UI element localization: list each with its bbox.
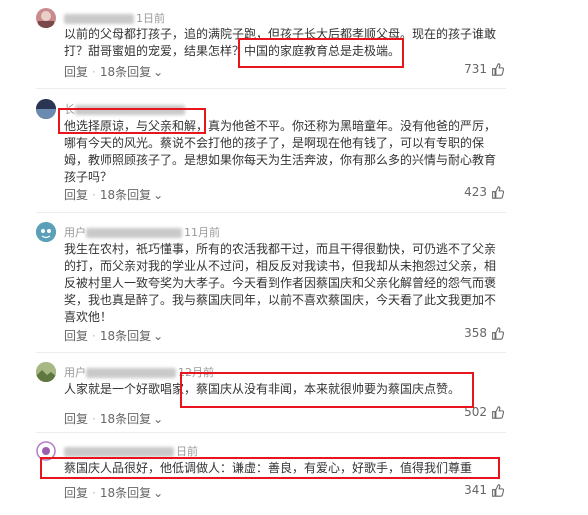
comment-line: 蔡国庆人品很好，他低调做人：谦虚：善良，有爱心，好歌手，值得我们尊重: [64, 461, 473, 475]
thumbs-up-icon: [492, 62, 504, 76]
thumbs-up-icon: [492, 185, 504, 199]
avatar[interactable]: [36, 362, 56, 382]
like-button[interactable]: 358: [464, 326, 504, 340]
comment-actions: 回复 · 18条回复 ⌄: [64, 65, 164, 79]
comment-line: 姆，教师照顾孩子了。是想如果你每天为生活奔波，你有那么多的兴情与耐心教育: [64, 153, 497, 167]
comment-actions: 回复 · 18条回复 ⌄: [64, 412, 164, 426]
divider: [36, 432, 506, 433]
avatar[interactable]: [36, 8, 56, 28]
divider: [36, 88, 506, 89]
thumbs-up-icon: [492, 483, 504, 497]
comment-line: 反被村里人一致夸奖为大孝子。今天看到作者因蔡国庆和父亲化解曾经的怨气而褒: [64, 276, 497, 290]
comment-line: 奖，我也真是醉了。我与蔡国庆同年，以前不喜欢蔡国庆，今天看了此文我更加不: [64, 293, 497, 307]
comment-actions: 回复 · 18条回复 ⌄: [64, 486, 164, 500]
like-count: 341: [464, 483, 487, 497]
reply-button[interactable]: 回复: [64, 188, 88, 202]
reply-button[interactable]: 回复: [64, 329, 88, 343]
view-replies-link[interactable]: 18条回复: [100, 412, 151, 426]
reply-button[interactable]: 回复: [64, 412, 88, 426]
reply-button[interactable]: 回复: [64, 486, 88, 500]
chevron-down-icon[interactable]: ⌄: [153, 65, 163, 79]
chevron-down-icon[interactable]: ⌄: [153, 329, 163, 343]
like-button[interactable]: 423: [464, 185, 504, 199]
comment-text: 人家就是一个好歌唱家，蔡国庆从没有非闻，本来就很帅要为蔡国庆点赞。: [64, 381, 504, 398]
comment-text: 我生在农村，祇巧懂事，所有的农活我都干过，而且干得很勤快，可仍逃不了父亲 的打，…: [64, 241, 504, 326]
thumbs-up-icon: [492, 326, 504, 340]
comment-text: 以前的父母都打孩子，追的满院子跑，但孩子长大后都孝顺父母。现在的孩子谁敢 打？甜…: [64, 26, 504, 60]
avatar[interactable]: [36, 99, 56, 119]
divider: [36, 352, 506, 353]
comment-line: 的打，而父亲对我的学业从不过问，相反反对我读书，但我却从未抱怨过父亲，相: [64, 259, 497, 273]
like-button[interactable]: 731: [464, 62, 504, 76]
view-replies-link[interactable]: 18条回复: [100, 486, 151, 500]
comment-line: 哪有今天的风光。蔡说不会打他的孩子了，是啊现在他有钱了，可以有专职的保: [64, 136, 485, 150]
like-count: 423: [464, 185, 487, 199]
reply-button[interactable]: 回复: [64, 65, 88, 79]
thumbs-up-icon: [492, 405, 504, 419]
like-button[interactable]: 502: [464, 405, 504, 419]
chevron-down-icon[interactable]: ⌄: [153, 486, 163, 500]
view-replies-link[interactable]: 18条回复: [100, 65, 151, 79]
username[interactable]: 用户 11月前: [64, 224, 220, 240]
chevron-down-icon[interactable]: ⌄: [153, 412, 163, 426]
like-count: 731: [464, 62, 487, 76]
comment-line: 人家就是一个好歌唱家，蔡国庆从没有非闻，本来就很帅要为蔡国庆点赞。: [64, 382, 461, 396]
comment-line: 以前的父母都打孩子，追的满院子跑，但孩子长大后都孝顺父母。现在的孩子谁敢: [64, 27, 497, 41]
divider: [36, 212, 506, 213]
view-replies-link[interactable]: 18条回复: [100, 329, 151, 343]
comment-text: 蔡国庆人品很好，他低调做人：谦虚：善良，有爱心，好歌手，值得我们尊重: [64, 460, 504, 477]
comment-text: 他选择原谅，与父亲和解，真为他爸不平。你还称为黑暗童年。没有他爸的严厉， 哪有今…: [64, 118, 504, 186]
username[interactable]: 日前: [64, 443, 198, 459]
username[interactable]: 用户 12月前: [64, 364, 214, 380]
avatar[interactable]: [36, 222, 56, 242]
like-count: 358: [464, 326, 487, 340]
username[interactable]: 长: [64, 101, 187, 117]
comment-line: 喜欢他！: [64, 310, 113, 324]
comment-actions: 回复 · 18条回复 ⌄: [64, 188, 164, 202]
comment-line: 他选择原谅，与父亲和解，真为他爸不平。你还称为黑暗童年。没有他爸的严厉，: [64, 119, 497, 133]
like-count: 502: [464, 405, 487, 419]
like-button[interactable]: 341: [464, 483, 504, 497]
avatar[interactable]: [36, 441, 56, 461]
view-replies-link[interactable]: 18条回复: [100, 188, 151, 202]
comment-actions: 回复 · 18条回复 ⌄: [64, 329, 164, 343]
username[interactable]: 1日前: [64, 10, 165, 26]
comment-line: 孩子吗？: [64, 170, 113, 184]
comment-line: 我生在农村，祇巧懂事，所有的农活我都干过，而且干得很勤快，可仍逃不了父亲: [64, 242, 497, 256]
comment-line: 打？甜哥蜜姐的宠爱，结果怎样？中国的家庭教育总是走极端。: [64, 44, 401, 58]
chevron-down-icon[interactable]: ⌄: [153, 188, 163, 202]
